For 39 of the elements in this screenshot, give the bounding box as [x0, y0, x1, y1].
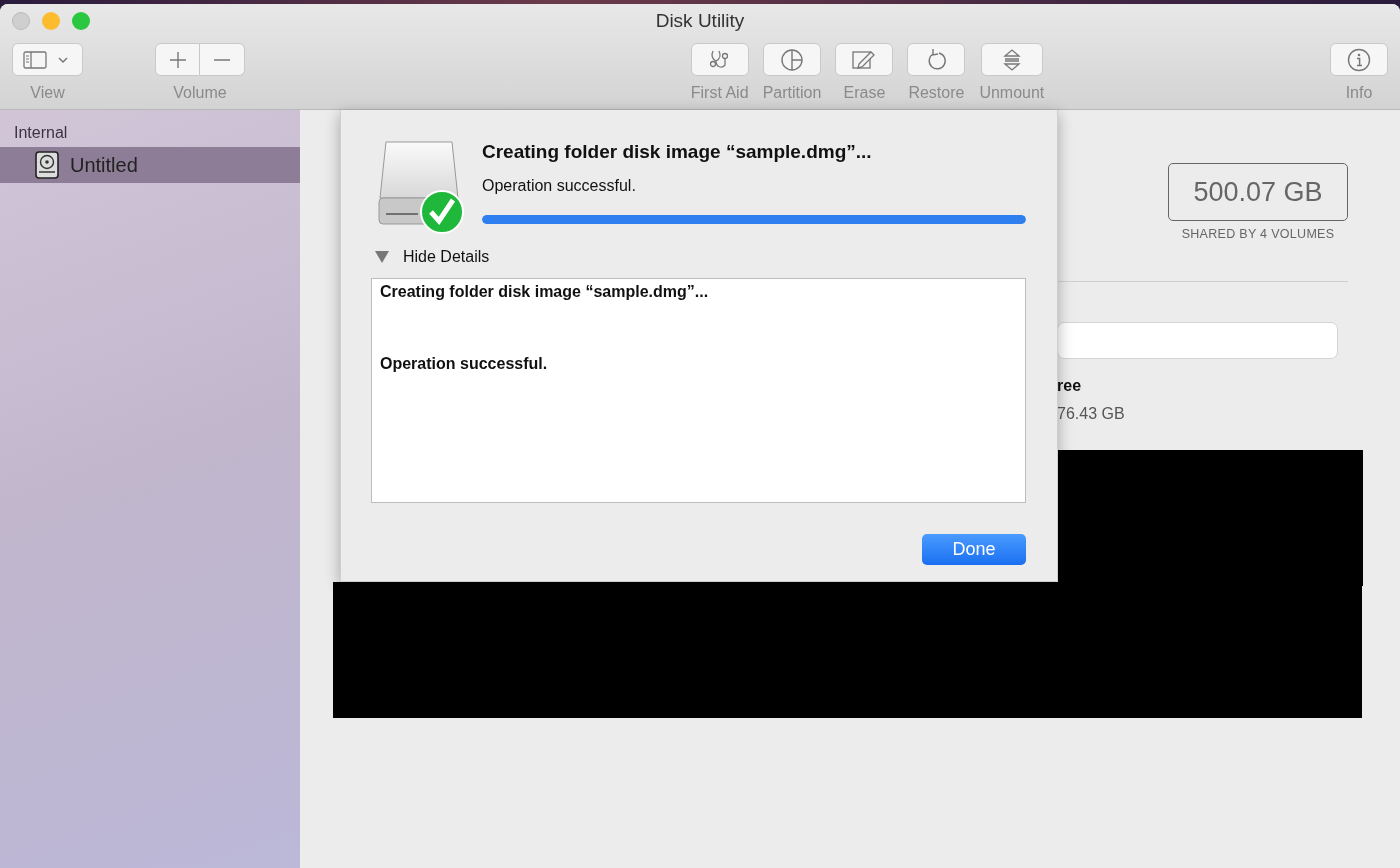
- plus-icon: [167, 49, 188, 70]
- sidebar-item[interactable]: Untitled: [0, 147, 300, 183]
- capacity-value: 500.07 GB: [1168, 163, 1348, 221]
- free-label: ree: [1057, 377, 1082, 395]
- restore-button[interactable]: [907, 43, 966, 76]
- unmount-button[interactable]: [980, 43, 1043, 76]
- close-button[interactable]: [12, 12, 30, 30]
- toolbar-label: Erase: [843, 84, 886, 102]
- first-aid-button[interactable]: [690, 43, 749, 76]
- minimize-button[interactable]: [42, 12, 60, 30]
- remove-button[interactable]: [200, 43, 245, 76]
- toolbar-label: Partition: [762, 84, 822, 102]
- dialog-title: Creating folder disk image “sample.dmg”...: [482, 141, 873, 163]
- info-button[interactable]: [1330, 43, 1388, 76]
- partition-button[interactable]: [763, 43, 822, 76]
- minus-icon: [213, 58, 231, 61]
- add-button[interactable]: [155, 43, 200, 76]
- toolbar-label: View: [30, 84, 65, 102]
- toolbar-label: First Aid: [690, 84, 749, 102]
- disclosure-triangle-icon: [375, 251, 389, 263]
- pie-chart-icon: [780, 47, 805, 72]
- capacity-note: SHARED BY 4 VOLUMES: [1181, 227, 1335, 241]
- details-toggle[interactable]: Hide Details: [375, 248, 490, 266]
- toolbar-label: Unmount: [979, 84, 1045, 102]
- view-button[interactable]: [12, 43, 83, 76]
- window-title: Disk Utility: [655, 10, 745, 32]
- toolbar-label: Restore: [908, 84, 965, 102]
- free-value: 76.43 GB: [1057, 405, 1125, 423]
- zoom-button[interactable]: [72, 12, 90, 30]
- info-icon: [1347, 47, 1371, 72]
- toolbar-label: Info: [1345, 84, 1373, 102]
- toolbar-label: Volume: [173, 84, 227, 102]
- erase-button[interactable]: [835, 43, 894, 76]
- dialog-status: Operation successful.: [482, 177, 637, 195]
- log-line: Operation successful.: [380, 355, 549, 373]
- log-line: Creating folder disk image “sample.dmg”...: [380, 283, 710, 301]
- done-button[interactable]: Done: [922, 534, 1026, 565]
- eject-icon: [1001, 47, 1022, 72]
- sidebar-section-label: Internal: [13, 124, 69, 142]
